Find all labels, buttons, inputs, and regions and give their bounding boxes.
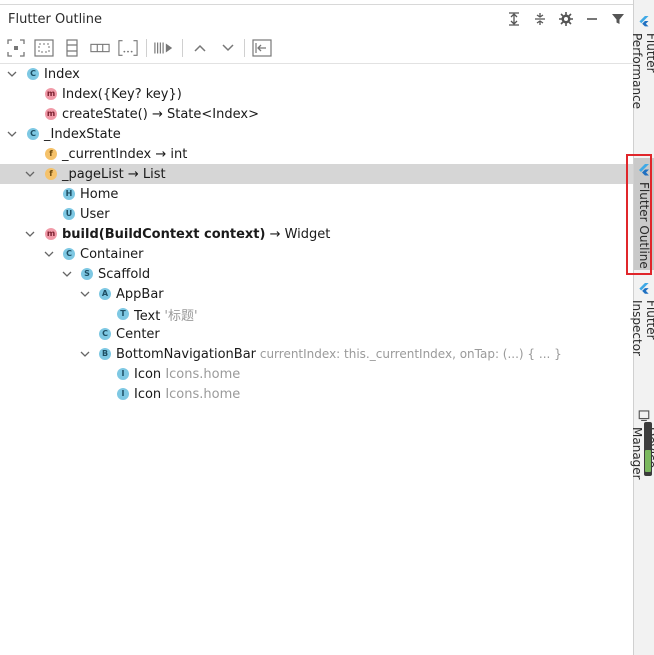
tree-row-label: Home bbox=[80, 186, 119, 202]
expand-all-icon[interactable] bbox=[505, 10, 523, 28]
widget-hint: Icons.home bbox=[161, 386, 241, 402]
chevron-down-icon[interactable] bbox=[24, 228, 36, 240]
tree-row-constructor[interactable]: m Index({Key? key}) bbox=[0, 84, 633, 104]
tree-row-currentindex[interactable]: f _currentIndex → int bbox=[0, 144, 633, 164]
widget-icon: U bbox=[63, 208, 75, 220]
tree-row-label: _pageList → List bbox=[62, 166, 166, 182]
return-type: → Widget bbox=[265, 226, 331, 242]
tree-row-text[interactable]: T Text '标题' bbox=[0, 304, 633, 324]
class-icon: C bbox=[27, 68, 39, 80]
widget-icon: C bbox=[99, 328, 111, 340]
widget-icon: S bbox=[81, 268, 93, 280]
tree-row-container[interactable]: C Container bbox=[0, 244, 633, 264]
wrap-row-icon[interactable] bbox=[90, 38, 110, 58]
widget-icon: B bbox=[99, 348, 111, 360]
filter-icon[interactable] bbox=[609, 10, 627, 28]
chevron-down-icon[interactable] bbox=[43, 248, 55, 260]
tab-flutter-performance[interactable]: Flutter Performance bbox=[630, 16, 654, 141]
tree-row-label: createState() → State<Index> bbox=[62, 106, 259, 122]
tree-row-label: _IndexState bbox=[44, 126, 121, 142]
method-icon: m bbox=[45, 108, 57, 120]
tree-row-label: _currentIndex → int bbox=[62, 146, 188, 162]
flutter-icon bbox=[639, 283, 649, 294]
chevron-down-icon[interactable] bbox=[61, 268, 73, 280]
widget-icon: T bbox=[117, 308, 129, 320]
widget-name: Icon bbox=[134, 386, 162, 402]
collapse-all-icon[interactable] bbox=[531, 10, 549, 28]
panel-title: Flutter Outline bbox=[8, 12, 103, 27]
tree-row-label: Container bbox=[80, 246, 144, 262]
tree-row-index[interactable]: C Index bbox=[0, 64, 633, 84]
widget-icon: I bbox=[117, 368, 129, 380]
tree-row-label: Icon Icons.home bbox=[134, 387, 240, 402]
method-icon: m bbox=[45, 228, 57, 240]
wrap-padding-icon[interactable] bbox=[34, 38, 54, 58]
tree-row-center[interactable]: C Center bbox=[0, 324, 633, 344]
chevron-down-icon[interactable] bbox=[24, 168, 36, 180]
class-icon: C bbox=[27, 128, 39, 140]
tree-row-label: User bbox=[80, 206, 110, 222]
move-down-icon[interactable] bbox=[218, 38, 238, 58]
chevron-down-icon[interactable] bbox=[79, 348, 91, 360]
outline-tree: C Index m Index({Key? key}) m createStat… bbox=[0, 64, 633, 404]
tab-label: Flutter Inspector bbox=[630, 300, 654, 357]
wrap-widget-icon[interactable] bbox=[118, 38, 138, 58]
right-tool-window-bar: Flutter Performance Flutter Outline Flut… bbox=[630, 0, 654, 655]
field-icon: f bbox=[45, 148, 57, 160]
widget-icon: A bbox=[99, 288, 111, 300]
tree-row-icon[interactable]: I Icon Icons.home bbox=[0, 364, 633, 384]
tree-row-pagelist[interactable]: f _pageList → List bbox=[0, 164, 633, 184]
gear-icon[interactable] bbox=[557, 10, 575, 28]
widget-name: Text bbox=[134, 308, 161, 324]
tab-label: Flutter Performance bbox=[630, 32, 654, 109]
tree-row-label: BottomNavigationBar currentIndex: this._… bbox=[116, 347, 562, 362]
field-icon: f bbox=[45, 168, 57, 180]
widget-icon: I bbox=[117, 388, 129, 400]
chevron-down-icon[interactable] bbox=[79, 288, 91, 300]
tree-row-label: build(BuildContext context) → Widget bbox=[62, 227, 330, 242]
flutter-outline-panel: Flutter Outline C Index m Index({Key? ke… bbox=[0, 0, 634, 655]
tree-row-label: Text '标题' bbox=[134, 305, 198, 324]
wrap-center-icon[interactable] bbox=[6, 38, 26, 58]
widget-name: Icon bbox=[134, 366, 162, 382]
widget-name: BottomNavigationBar bbox=[116, 346, 257, 362]
tree-row-user[interactable]: U User bbox=[0, 204, 633, 224]
minimize-icon[interactable] bbox=[583, 10, 601, 28]
tab-flutter-inspector[interactable]: Flutter Inspector bbox=[630, 283, 654, 393]
tree-row-bottomnavbar[interactable]: B BottomNavigationBar currentIndex: this… bbox=[0, 344, 633, 364]
highlight-box bbox=[626, 154, 652, 275]
widget-icon: H bbox=[63, 188, 75, 200]
tree-row-home[interactable]: H Home bbox=[0, 184, 633, 204]
tree-row-indexstate[interactable]: C _IndexState bbox=[0, 124, 633, 144]
chevron-down-icon[interactable] bbox=[6, 128, 18, 140]
method-icon: m bbox=[45, 88, 57, 100]
extract-method-icon[interactable] bbox=[154, 38, 174, 58]
chevron-down-icon[interactable] bbox=[6, 68, 18, 80]
tree-row-createstate[interactable]: m createState() → State<Index> bbox=[0, 104, 633, 124]
wrap-column-icon[interactable] bbox=[62, 38, 82, 58]
widget-hint: Icons.home bbox=[161, 366, 241, 382]
tree-row-label: Scaffold bbox=[98, 266, 151, 282]
tree-row-label: Index({Key? key}) bbox=[62, 86, 182, 102]
tree-row-label: Center bbox=[116, 326, 160, 342]
build-signature: build(BuildContext context) bbox=[62, 226, 266, 242]
outline-toolbar bbox=[0, 33, 633, 64]
widget-hint: '标题' bbox=[160, 308, 198, 324]
tree-row-scaffold[interactable]: S Scaffold bbox=[0, 264, 633, 284]
device-icon bbox=[638, 410, 650, 422]
scrollbar-thumb[interactable] bbox=[644, 422, 652, 476]
panel-header: Flutter Outline bbox=[0, 4, 633, 33]
widget-hint: currentIndex: this._currentIndex, onTap:… bbox=[256, 346, 562, 361]
tree-row-appbar[interactable]: A AppBar bbox=[0, 284, 633, 304]
remove-widget-icon[interactable] bbox=[252, 38, 272, 58]
tree-row-label: Index bbox=[44, 66, 80, 82]
flutter-icon bbox=[639, 16, 649, 27]
tree-row-label: AppBar bbox=[116, 286, 164, 302]
move-up-icon[interactable] bbox=[190, 38, 210, 58]
widget-icon: C bbox=[63, 248, 75, 260]
tree-row-label: Icon Icons.home bbox=[134, 367, 240, 382]
tree-row-build[interactable]: m build(BuildContext context) → Widget bbox=[0, 224, 633, 244]
tree-row-icon[interactable]: I Icon Icons.home bbox=[0, 384, 633, 404]
